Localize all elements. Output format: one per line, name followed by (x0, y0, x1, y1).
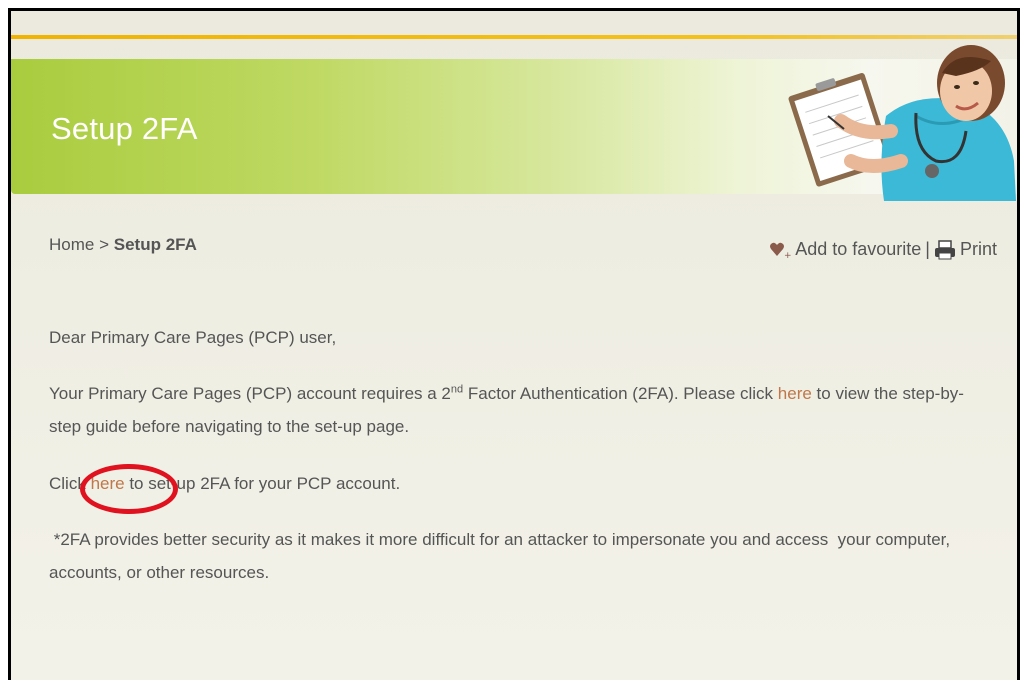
add-to-favourite-button[interactable]: + Add to favourite (769, 239, 921, 260)
heart-plus-icon: + (770, 242, 791, 259)
breadcrumb: Home > Setup 2FA (49, 235, 197, 255)
breadcrumb-home-link[interactable]: Home (49, 235, 94, 254)
svg-text:+: + (784, 251, 791, 259)
guide-text-middle: Factor Authentication (2FA). Please clic… (463, 384, 778, 403)
ordinal-superscript: nd (450, 383, 464, 396)
breadcrumb-current: Setup 2FA (113, 235, 197, 254)
guide-text-start: Your Primary Care Pages (PCP) account re… (49, 384, 451, 403)
print-label: Print (959, 239, 997, 259)
page-title: Setup 2FA (51, 111, 198, 146)
greeting-text: Dear Primary Care Pages (PCP) user, (49, 328, 337, 347)
print-button[interactable]: Print (934, 239, 997, 260)
setup-text-start: Click (49, 474, 91, 493)
setup-paragraph: Click here to set-up 2FA for your PCP ac… (49, 467, 400, 500)
add-to-favourite-label: Add to favourite (795, 239, 922, 259)
setup-text-end: to set-up 2FA for your PCP account. (124, 474, 401, 493)
breadcrumb-separator: > (99, 235, 110, 254)
page-frame: Setup 2FA Home > Setup 2FA + Add to favo… (8, 8, 1020, 680)
security-note: *2FA provides better security as it make… (49, 530, 955, 582)
nurse-illustration (788, 45, 1016, 201)
printer-icon (934, 239, 955, 259)
tools-separator: | (925, 239, 930, 259)
guide-here-link[interactable]: here (778, 384, 812, 403)
setup-here-link[interactable]: here (91, 474, 125, 493)
page-tools: + Add to favourite | Print (769, 239, 997, 260)
guide-paragraph: Your Primary Care Pages (PCP) account re… (49, 377, 989, 443)
